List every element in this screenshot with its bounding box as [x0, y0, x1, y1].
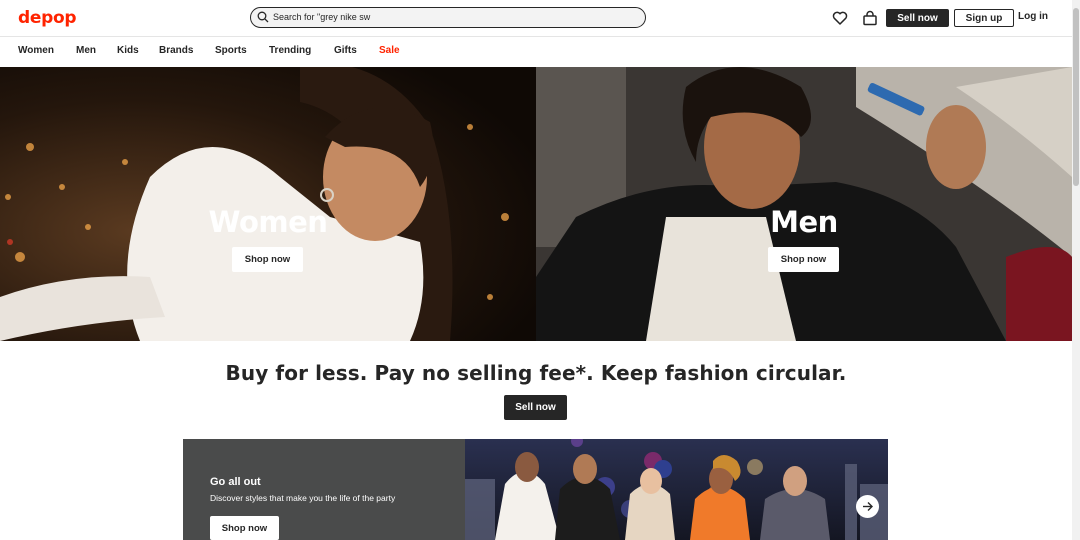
- promo-photo: [465, 439, 888, 540]
- carousel-next-button[interactable]: [856, 495, 879, 518]
- category-nav: Women Men Kids Brands Sports Trending Gi…: [0, 37, 1072, 68]
- nav-sale[interactable]: Sale: [379, 45, 400, 56]
- nav-women[interactable]: Women: [18, 45, 54, 56]
- hero-men-photo: [536, 67, 1072, 341]
- men-shop-now-button[interactable]: Shop now: [768, 247, 839, 272]
- search-bar[interactable]: [250, 7, 646, 28]
- women-shop-now-button[interactable]: Shop now: [232, 247, 303, 272]
- scrollbar-thumb[interactable]: [1073, 8, 1079, 186]
- promo-banner[interactable]: Go all out Discover styles that make you…: [183, 439, 888, 540]
- party-photo: [465, 439, 888, 540]
- hero-men-title: Men: [770, 205, 838, 239]
- log-in-link[interactable]: Log in: [1018, 11, 1048, 22]
- nav-kids[interactable]: Kids: [117, 45, 139, 56]
- promo-shop-now-button[interactable]: Shop now: [210, 516, 279, 540]
- arrow-right-icon: [863, 502, 873, 511]
- search-icon: [257, 11, 269, 23]
- nav-trending[interactable]: Trending: [269, 45, 311, 56]
- promo-text-panel: Go all out Discover styles that make you…: [183, 439, 465, 540]
- search-input[interactable]: [273, 10, 633, 24]
- sell-now-button[interactable]: Sell now: [504, 395, 567, 420]
- bag-icon[interactable]: [861, 9, 879, 27]
- page-scrollbar[interactable]: [1072, 0, 1080, 540]
- hero-women-banner[interactable]: Women Shop now: [0, 67, 536, 341]
- nav-gifts[interactable]: Gifts: [334, 45, 357, 56]
- hero-women-photo: [0, 67, 536, 341]
- nav-men[interactable]: Men: [76, 45, 96, 56]
- hero-men-banner[interactable]: Men Shop now: [536, 67, 1072, 341]
- promo-subtitle: Discover styles that make you the life o…: [210, 493, 396, 503]
- site-header: depop Sell now Sign up Log in: [0, 0, 1072, 37]
- promo-title: Go all out: [210, 476, 261, 488]
- hero-women-title: Women: [208, 205, 328, 239]
- header-sell-now-button[interactable]: Sell now: [886, 9, 949, 27]
- tagline-heading: Buy for less. Pay no selling fee*. Keep …: [225, 361, 847, 385]
- nav-brands[interactable]: Brands: [159, 45, 193, 56]
- heart-icon[interactable]: [831, 9, 849, 27]
- sign-up-button[interactable]: Sign up: [954, 9, 1014, 27]
- nav-sports[interactable]: Sports: [215, 45, 247, 56]
- depop-logo[interactable]: depop: [18, 8, 77, 28]
